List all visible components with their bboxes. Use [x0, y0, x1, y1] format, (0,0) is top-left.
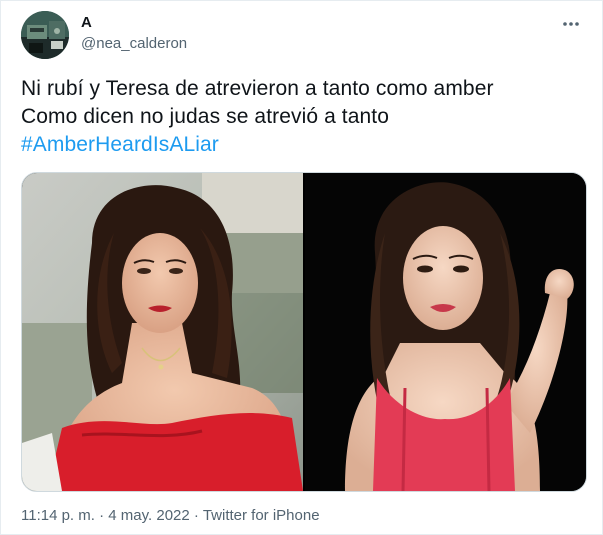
media-photo-right[interactable]: [305, 173, 586, 491]
author-name[interactable]: A: [81, 14, 92, 31]
more-horizontal-icon: [563, 22, 579, 26]
avatar[interactable]: [21, 11, 69, 59]
tweet-date[interactable]: 4 may. 2022: [108, 507, 189, 524]
media-photo-left[interactable]: [22, 173, 303, 491]
tweet-text: Ni rubí y Teresa de atrevieron a tanto c…: [21, 75, 581, 159]
more-options-button[interactable]: [560, 13, 582, 35]
hashtag-link[interactable]: #AmberHeardIsALiar: [21, 133, 219, 156]
tweet-time[interactable]: 11:14 p. m.: [21, 507, 95, 524]
tweet-card: A @nea_calderon Ni rubí y Teresa de atre…: [0, 0, 603, 535]
tweet-meta: 11:14 p. m. · 4 may. 2022 · Twitter for …: [21, 507, 320, 524]
tweet-date-separator: ·: [99, 507, 105, 524]
avatar-image: [21, 11, 69, 59]
photo-woman-pink-top: [305, 173, 586, 491]
media-grid: [21, 172, 587, 492]
author-handle[interactable]: @nea_calderon: [81, 35, 187, 52]
tweet-text-line: Como dicen no judas se atrevió a tanto: [21, 105, 390, 128]
photo-woman-red-dress: [22, 173, 303, 491]
tweet-date-separator: ·: [193, 507, 199, 524]
tweet-source-link[interactable]: Twitter for iPhone: [203, 507, 320, 524]
tweet-text-line: Ni rubí y Teresa de atrevieron a tanto c…: [21, 77, 494, 100]
